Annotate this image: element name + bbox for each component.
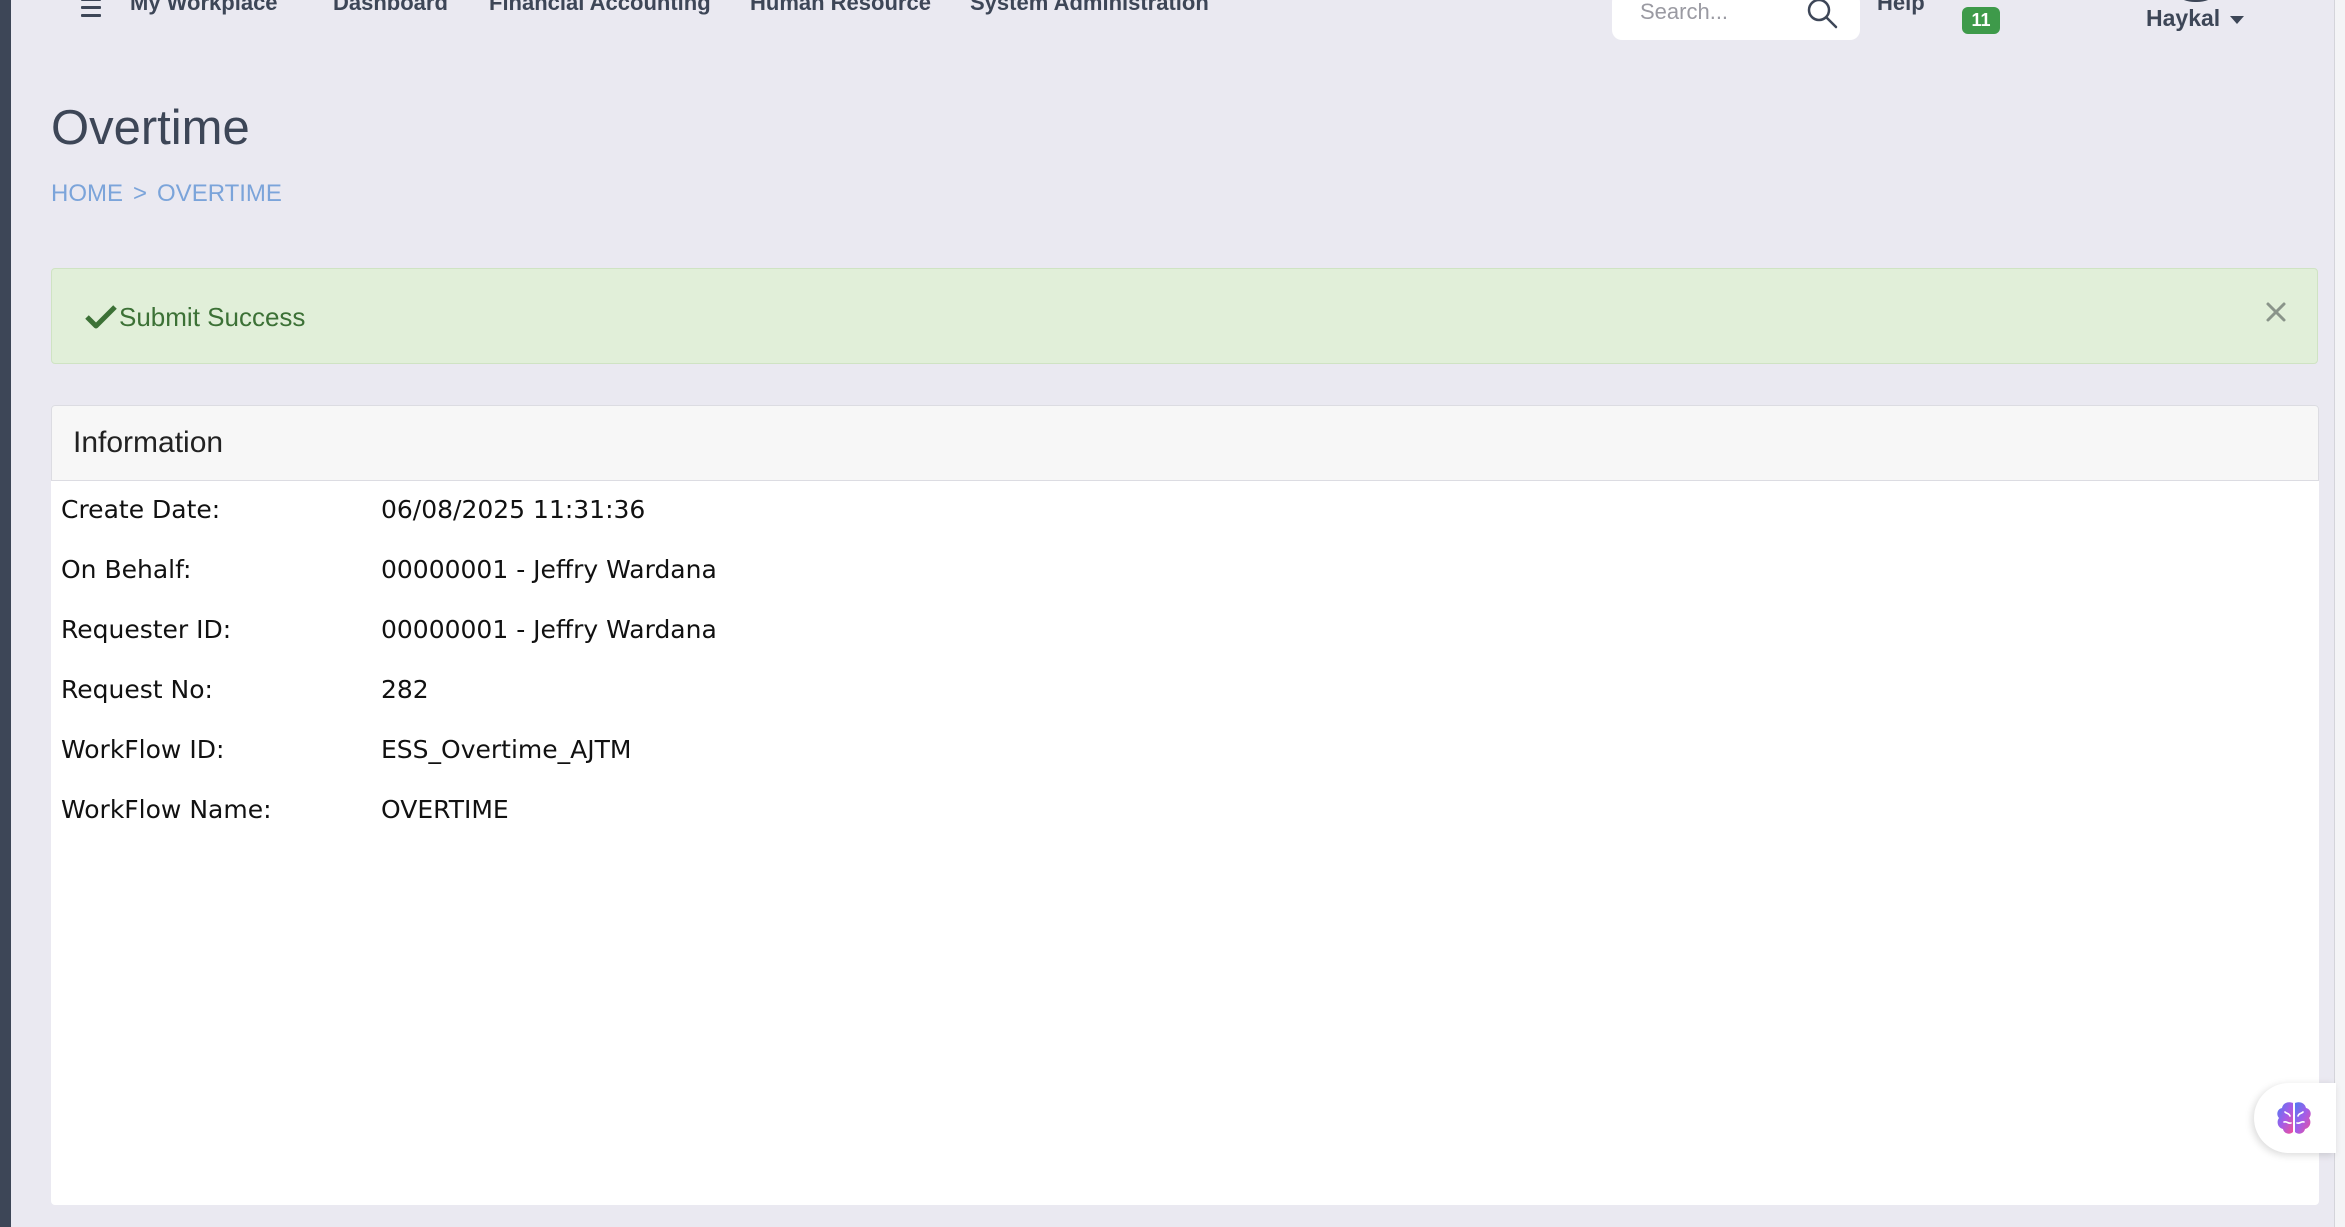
- search-icon[interactable]: [1805, 0, 1839, 30]
- breadcrumb-home[interactable]: HOME: [51, 180, 123, 208]
- nav-my-workplace[interactable]: My Workplace: [130, 0, 278, 16]
- info-label: Request No:: [61, 675, 213, 704]
- info-label: Create Date:: [61, 495, 221, 524]
- left-sidebar-edge: [0, 0, 11, 1227]
- info-value: 00000001 - Jeffry Wardana: [381, 555, 717, 584]
- page-title: Overtime: [51, 101, 250, 155]
- info-label: WorkFlow Name:: [61, 795, 272, 824]
- info-label: WorkFlow ID:: [61, 735, 225, 764]
- help-link[interactable]: Help: [1877, 0, 1925, 16]
- user-menu[interactable]: Haykal: [2146, 5, 2245, 32]
- nav-human-resource[interactable]: Human Resource: [750, 0, 931, 16]
- nav-financial-accounting[interactable]: Financial Accounting: [489, 0, 711, 16]
- information-card: Information Create Date: 06/08/2025 11:3…: [51, 405, 2319, 1205]
- success-alert: Submit Success: [51, 268, 2318, 364]
- search-box: [1612, 0, 1860, 40]
- breadcrumb-current: OVERTIME: [157, 180, 282, 207]
- checkmark-icon: [85, 305, 117, 329]
- breadcrumb: HOME > OVERTIME: [51, 180, 282, 208]
- caret-down-icon: [2230, 15, 2245, 24]
- alert-message: Submit Success: [119, 302, 306, 332]
- search-input[interactable]: [1638, 0, 1802, 28]
- info-value: 00000001 - Jeffry Wardana: [381, 615, 717, 644]
- notification-badge[interactable]: 11: [1962, 7, 2000, 34]
- info-value: 282: [381, 675, 429, 704]
- close-icon[interactable]: [2259, 295, 2293, 329]
- breadcrumb-separator: >: [133, 180, 148, 207]
- user-name: Haykal: [2146, 5, 2221, 31]
- card-header: Information: [51, 405, 2319, 481]
- info-value: OVERTIME: [381, 795, 509, 824]
- info-label: Requester ID:: [61, 615, 232, 644]
- info-label: On Behalf:: [61, 555, 192, 584]
- nav-dashboard[interactable]: Dashboard: [333, 0, 448, 16]
- info-value: 06/08/2025 11:31:36: [381, 495, 646, 524]
- scrollbar[interactable]: [2334, 0, 2345, 1227]
- info-value: ESS_Overtime_AJTM: [381, 735, 632, 764]
- card-title: Information: [73, 426, 224, 459]
- hamburger-icon[interactable]: [71, 0, 111, 22]
- top-navbar: My Workplace Dashboard Financial Account…: [11, 0, 2335, 45]
- avatar[interactable]: [2163, 0, 2229, 2]
- nav-system-administration[interactable]: System Administration: [970, 0, 1209, 16]
- brain-icon: [2277, 1102, 2311, 1134]
- assistant-button[interactable]: [2254, 1083, 2336, 1153]
